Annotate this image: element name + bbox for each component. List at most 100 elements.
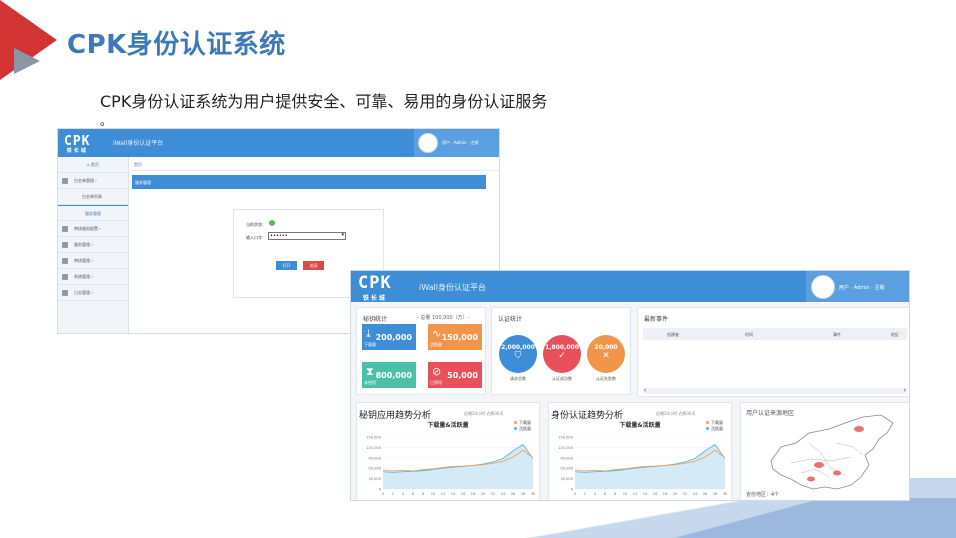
avatar[interactable] (418, 133, 438, 153)
user-box: 用户 · Admin · 注销 (414, 129, 499, 157)
tile-label: 未使用 (364, 380, 376, 385)
app-header: CPK 铁长城 iWall身份认证平台 用户 · Admin · 注销 (58, 129, 499, 157)
circle-success[interactable]: 1,800,000 ✓ (543, 335, 581, 373)
user-icon (62, 178, 68, 184)
avatar[interactable] (811, 275, 835, 299)
sidebar-item-service-active[interactable]: 服务管理 (58, 205, 128, 221)
map-footer: 省份地区：4个 (746, 492, 780, 498)
y-tick-label: 60,000 (560, 467, 573, 471)
circle-value: 1,800,000 (545, 344, 579, 351)
status-ok-icon (269, 220, 275, 226)
x-tick-label: 16 (653, 492, 658, 496)
tile-disabled[interactable]: ⊘ 50,000 已停用 (428, 362, 482, 388)
decorative-band-dark (536, 498, 956, 538)
tile-downloads[interactable]: ⤓ 200,000 下载量 (362, 324, 416, 350)
x-tick-label: 22 (683, 492, 688, 496)
tile-unused[interactable]: ⧗ 800,000 未使用 (362, 362, 416, 388)
tile-label: 活跃量 (430, 342, 442, 347)
sidebar-item-label: 白名单管理 (74, 178, 94, 183)
x-tick-label: 2 (584, 492, 586, 496)
events-card: 最新事件 创建者 时间 事件 地区 ‹ › (637, 307, 909, 397)
logo-subtext: 铁长城 (362, 295, 387, 302)
x-tick-label: 6 (412, 492, 415, 496)
sidebar-item-service[interactable]: 服务管理 › (58, 237, 128, 253)
sidebar-item-label: 服务管理 (85, 211, 101, 216)
y-tick-label: 120,000 (366, 446, 382, 450)
sidebar-item-label: 审核服务配置 (74, 226, 98, 231)
x-tick-label: 8 (614, 492, 617, 496)
circle-requests[interactable]: 2,000,000 ⛉ (499, 335, 537, 373)
x-tick-label: 26 (703, 492, 708, 496)
x-tick-label: 28 (713, 492, 718, 496)
lock-icon (62, 242, 68, 248)
breadcrumb[interactable]: 首页 (130, 157, 499, 171)
password-input[interactable]: •••••• (268, 232, 346, 240)
app-title: iWall身份认证平台 (113, 140, 164, 147)
logo-subtext: 铁长城 (66, 148, 88, 154)
x-tick-label: 28 (521, 492, 526, 496)
x-tick-label: 8 (422, 492, 425, 496)
x-tick-label: 14 (451, 492, 456, 496)
x-tick-label: 4 (402, 492, 405, 496)
x-tick-label: 12 (441, 492, 446, 496)
sidebar-item-whitelist-list[interactable]: 白名单列表 (58, 189, 128, 205)
status-label: 当前状态: (246, 222, 264, 227)
x-tick-label: 12 (633, 492, 638, 496)
sidebar-item-audit[interactable]: 审核管理 › (58, 253, 128, 269)
y-tick-label: 150,000 (366, 436, 382, 440)
sidebar-item-audit-config[interactable]: 审核服务配置 › (58, 221, 128, 237)
user-box: 用户 · Admin · 注销 (806, 271, 909, 302)
x-tick-label: 10 (623, 492, 628, 496)
trend-chart-keys: 150,000120,00090,00060,00030,00000 2 4 6 8 10… (366, 436, 536, 497)
user-menu[interactable]: 用户 · Admin · 注销 (442, 140, 478, 146)
sidebar-item-whitelist[interactable]: 白名单管理 › (58, 173, 128, 189)
events-table-header: 创建者 时间 事件 地区 (643, 328, 907, 340)
china-map[interactable] (741, 403, 910, 501)
map-region-marker[interactable] (807, 476, 815, 482)
map-region-marker[interactable] (814, 462, 824, 468)
panel-title: 服务管理 (132, 175, 486, 189)
chevron-right-icon[interactable]: › (904, 387, 906, 394)
sidebar-item-log[interactable]: 日志管理 › (58, 285, 128, 301)
tile-value: 50,000 (447, 371, 478, 380)
x-tick-label: 18 (471, 492, 476, 496)
horizontal-scrollbar[interactable]: ‹ › (643, 387, 907, 394)
y-tick-label: 30,000 (560, 477, 573, 481)
screenshot-dashboard: CPK 铁长城 iWall身份认证平台 用户 · Admin · 注销 秘钥统计… (350, 270, 910, 501)
column-header[interactable]: 事件 (833, 332, 841, 338)
circle-failed[interactable]: 20,000 ✕ (587, 335, 625, 373)
sidebar-item-label: 首页 (90, 162, 99, 167)
map-region-marker[interactable] (833, 470, 841, 476)
sidebar-item-label: 白名单列表 (82, 194, 102, 199)
close-button[interactable]: 关闭 (303, 261, 324, 270)
column-header[interactable]: 时间 (745, 332, 753, 338)
x-tick-label: 0 (574, 492, 577, 496)
lock-icon (62, 226, 68, 232)
tile-value: 800,000 (375, 371, 412, 380)
sidebar-item-label: 日志管理 (74, 290, 90, 295)
sidebar-item-home[interactable]: ⌂ 首页 (58, 157, 128, 173)
chevron-left-icon[interactable]: ‹ (644, 387, 646, 394)
sidebar-item-system[interactable]: 系统管理 › (58, 269, 128, 285)
y-tick-label: 0 (379, 488, 382, 492)
user-menu[interactable]: 用户 · Admin · 注销 (839, 284, 884, 291)
slide: CPK身份认证系统 CPK身份认证系统为用户提供安全、可靠、易用的身份认证服务 … (0, 0, 956, 538)
column-header[interactable]: 地区 (891, 332, 899, 338)
open-button[interactable]: 打开 (276, 261, 297, 270)
pulse-icon: ∿ (432, 327, 442, 340)
slide-subtitle: CPK身份认证系统为用户提供安全、可靠、易用的身份认证服务 (100, 92, 548, 111)
y-tick-label: 90,000 (368, 456, 381, 460)
x-tick-label: 22 (491, 492, 496, 496)
card-title: 秘钥统计 (363, 316, 388, 323)
app-logo[interactable]: CPK 铁长城 (64, 134, 90, 154)
circle-label: 认证成功数 (552, 376, 572, 381)
app-logo[interactable]: CPK 铁长城 (358, 275, 392, 307)
map-region-marker[interactable] (854, 426, 864, 432)
tile-active[interactable]: ∿ 150,000 活跃量 (428, 324, 482, 350)
doc-icon (62, 290, 68, 296)
column-header[interactable]: 创建者 (667, 332, 679, 338)
ban-icon: ⊘ (432, 365, 442, 378)
trend-chart-auth: 150,000120,00090,00060,00030,00000 2 4 6 8 10… (558, 436, 728, 497)
y-tick-label: 0 (571, 488, 574, 492)
y-tick-label: 90,000 (560, 456, 573, 460)
